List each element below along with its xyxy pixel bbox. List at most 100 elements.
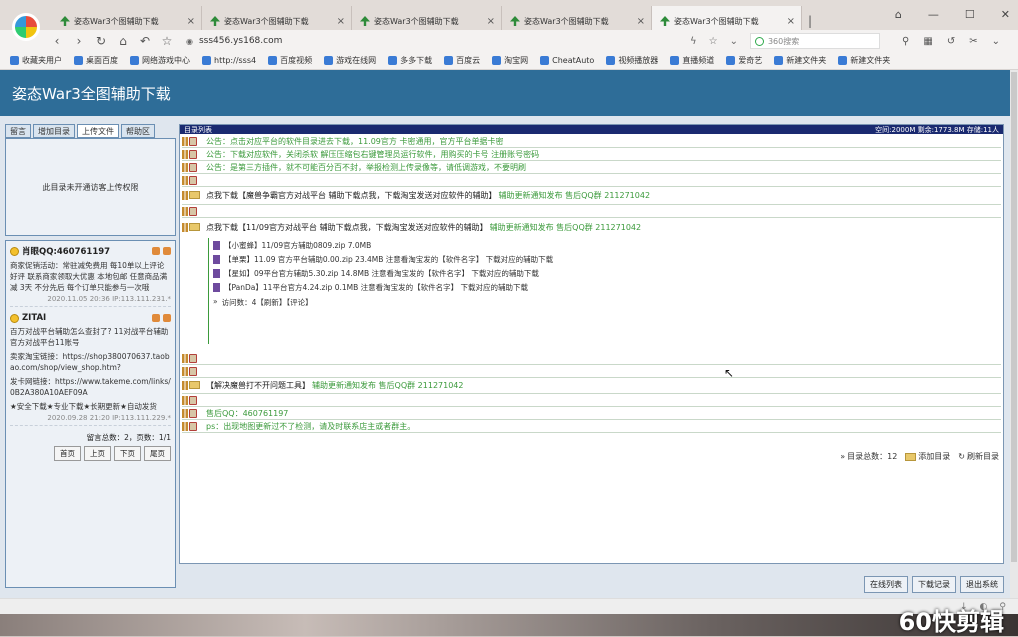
list-item[interactable] bbox=[182, 174, 1001, 187]
close-tab-icon[interactable]: × bbox=[337, 16, 345, 27]
tree-icon bbox=[60, 16, 70, 26]
delete-icon[interactable] bbox=[163, 247, 171, 255]
bookmark-star-icon[interactable]: ☆ bbox=[709, 36, 718, 47]
online-list-button[interactable]: 在线列表 bbox=[864, 576, 908, 593]
last-page-button[interactable]: 尾页 bbox=[144, 446, 171, 461]
back-icon[interactable]: ‹ bbox=[46, 34, 68, 48]
prev-page-button[interactable]: 上页 bbox=[84, 446, 111, 461]
file-row[interactable]: 【小蜜蜂】11/09官方辅助0809.zip 7.0MB bbox=[209, 238, 1001, 252]
bookmark-item[interactable]: 游戏在线网 bbox=[324, 55, 376, 66]
bookmark-item[interactable]: 新建文件夹 bbox=[838, 55, 890, 66]
close-tab-icon[interactable]: × bbox=[487, 16, 495, 27]
card-link[interactable]: 发卡网链接：https://www.takeme.com/links/0B2A3… bbox=[10, 376, 171, 398]
file-row[interactable]: 【单栗】11.09 官方平台辅助0.00.zip 23.4MB 注意看淘宝发的【… bbox=[209, 252, 1001, 266]
cut-icon[interactable]: ✂ bbox=[969, 36, 977, 47]
reply-icon[interactable] bbox=[152, 314, 160, 322]
first-page-button[interactable]: 首页 bbox=[54, 446, 81, 461]
browser-logo-icon[interactable] bbox=[12, 13, 40, 41]
close-tab-icon[interactable]: × bbox=[187, 16, 195, 27]
list-item[interactable] bbox=[182, 352, 1001, 365]
scrollbar-thumb[interactable] bbox=[1011, 72, 1017, 562]
bookmark-item[interactable]: 百度视频 bbox=[268, 55, 312, 66]
list-item[interactable] bbox=[182, 365, 1001, 378]
page-scrollbar[interactable] bbox=[1010, 70, 1018, 610]
file-actions[interactable]: » 访问数：4【刷新】【评论】 bbox=[209, 294, 1001, 338]
bookmark-icon bbox=[540, 56, 550, 65]
refresh-folder-button[interactable]: ↻ 刷新目录 bbox=[958, 451, 999, 462]
lock-icon bbox=[189, 175, 197, 185]
list-item[interactable]: 售后QQ：460761197 bbox=[182, 407, 1001, 420]
list-item[interactable]: 公告：下载对应软件，关闭杀软 解压压缩包右键管理员运行软件，用购买的卡号 注册账… bbox=[182, 148, 1001, 161]
minimize-icon[interactable]: — bbox=[928, 8, 939, 21]
reply-icon[interactable] bbox=[152, 247, 160, 255]
folder-row-open[interactable]: 点我下载【11/09官方对战平台 辅助下载点我，下载淘宝发送对应软件的辅助】 辅助… bbox=[182, 218, 1001, 236]
close-tab-icon[interactable]: × bbox=[637, 16, 645, 27]
site-info-icon[interactable]: ◉ bbox=[186, 37, 193, 46]
bookmark-item[interactable]: 网络游戏中心 bbox=[130, 55, 190, 66]
refresh-icon[interactable]: ↺ bbox=[947, 36, 955, 47]
exit-button[interactable]: 退出系统 bbox=[960, 576, 1004, 593]
bookmark-item[interactable]: 淘宝网 bbox=[492, 55, 528, 66]
bookmark-item[interactable]: 收藏夹用户 bbox=[10, 55, 62, 66]
bookmark-item[interactable]: http://sss4 bbox=[202, 56, 256, 65]
file-row[interactable]: 【PanDa】11平台官方4.24.zip 0.1MB 注意看淘宝发的【软件名字… bbox=[209, 280, 1001, 294]
close-window-icon[interactable]: ✕ bbox=[1001, 8, 1010, 21]
tab-4[interactable]: 姿态War3个图辅助下载 × bbox=[502, 6, 652, 30]
forward-icon[interactable]: › bbox=[68, 34, 90, 48]
lock-icon bbox=[189, 136, 197, 146]
lightning-icon[interactable]: ϟ bbox=[690, 36, 697, 47]
apps-icon[interactable]: ▦ bbox=[923, 36, 932, 47]
bookmark-item[interactable]: 直播频道 bbox=[670, 55, 714, 66]
download-log-button[interactable]: 下载记录 bbox=[912, 576, 956, 593]
menu-icon[interactable]: ⌄ bbox=[992, 36, 1000, 47]
dropdown-icon[interactable]: ⌄ bbox=[730, 36, 738, 47]
skin-icon[interactable]: ⌂ bbox=[895, 8, 902, 21]
search-icon[interactable]: ⚲ bbox=[902, 36, 909, 47]
search-input[interactable]: 360搜索 bbox=[749, 33, 880, 49]
tab-messages[interactable]: 留言 bbox=[5, 124, 31, 138]
list-item[interactable]: 公告：是第三方插件，就不可能百分百不封，举报检测上传录像等，请低调游戏，不要明刷 bbox=[182, 161, 1001, 174]
close-tab-icon[interactable]: × bbox=[787, 16, 795, 27]
lock-icon bbox=[189, 149, 197, 159]
home-icon[interactable]: ⌂ bbox=[112, 34, 134, 48]
folder-row[interactable]: 【解决魔兽打不开问题工具】 辅助更新通知发布 售后QQ群 211271042 bbox=[182, 378, 1001, 394]
list-item[interactable] bbox=[182, 205, 1001, 218]
list-item[interactable]: 公告：点击对应平台的软件目录进去下载，11.09官方 卡密通用，官方平台单据卡密 bbox=[182, 135, 1001, 148]
tree-icon bbox=[210, 16, 220, 26]
message-body: 商家促销活动：常驻减免费用 每10单以上评论好评 联系商家领取大优惠 本地包邮 … bbox=[10, 261, 168, 292]
bookmark-item[interactable]: 新建文件夹 bbox=[774, 55, 826, 66]
tab-2[interactable]: 姿态War3个图辅助下载 × bbox=[202, 6, 352, 30]
tab-3[interactable]: 姿态War3个图辅助下载 × bbox=[352, 6, 502, 30]
bookmark-item[interactable]: 视频播放器 bbox=[606, 55, 658, 66]
star-icon[interactable]: ☆ bbox=[156, 34, 178, 48]
list-item[interactable]: ps：出现地图更新过不了检测，请及时联系店主或者群主。 bbox=[182, 420, 1001, 433]
maximize-icon[interactable]: ☐ bbox=[965, 8, 975, 21]
tab-help[interactable]: 帮助区 bbox=[121, 124, 155, 138]
bookmark-item[interactable]: 爱奇艺 bbox=[726, 55, 762, 66]
shop-link[interactable]: 卖家淘宝链接：https://shop380070637.taobao.com/… bbox=[10, 351, 171, 373]
bookmark-item[interactable]: CheatAuto bbox=[540, 56, 594, 65]
bookmark-item[interactable]: 百度云 bbox=[444, 55, 480, 66]
tab-5[interactable]: 姿态War3个图辅助下载 × bbox=[652, 6, 802, 30]
next-page-button[interactable]: 下页 bbox=[114, 446, 141, 461]
add-folder-button[interactable]: 添加目录 bbox=[905, 451, 950, 462]
bookmark-icon bbox=[130, 56, 139, 65]
browser-window: 姿态War3个图辅助下载 × 姿态War3个图辅助下载 × 姿态War3个图辅助下载… bbox=[0, 0, 1018, 636]
delete-icon[interactable] bbox=[163, 314, 171, 322]
list-item[interactable] bbox=[182, 394, 1001, 407]
bookmark-item[interactable]: 桌面百度 bbox=[74, 55, 118, 66]
file-row[interactable]: 【星如】09平台官方辅助5.30.zip 14.8MB 注意看淘宝发的【软件名字… bbox=[209, 266, 1001, 280]
double-arrow-icon: » bbox=[213, 297, 218, 306]
tab-upload[interactable]: 上传文件 bbox=[77, 124, 119, 138]
folder-row[interactable]: 点我下载【魔兽争霸官方对战平台 辅助下载点我，下载淘宝发送对应软件的辅助】 辅助更… bbox=[182, 187, 1001, 205]
expand-icon bbox=[182, 149, 188, 159]
new-tab-icon[interactable]: | bbox=[802, 6, 818, 30]
bookmark-item[interactable]: 多多下载 bbox=[388, 55, 432, 66]
directory-summary: » 目录总数：12 添加目录 ↻ 刷新目录 bbox=[840, 451, 999, 462]
address-input[interactable]: ◉ sss456.ys168.com bbox=[186, 32, 706, 50]
reload-icon[interactable]: ↻ bbox=[90, 34, 112, 48]
undo-icon[interactable]: ↶ bbox=[134, 34, 156, 48]
tab-1[interactable]: 姿态War3个图辅助下载 × bbox=[52, 6, 202, 30]
folder-icon bbox=[189, 222, 200, 231]
tab-add-folder[interactable]: 增加目录 bbox=[33, 124, 75, 138]
